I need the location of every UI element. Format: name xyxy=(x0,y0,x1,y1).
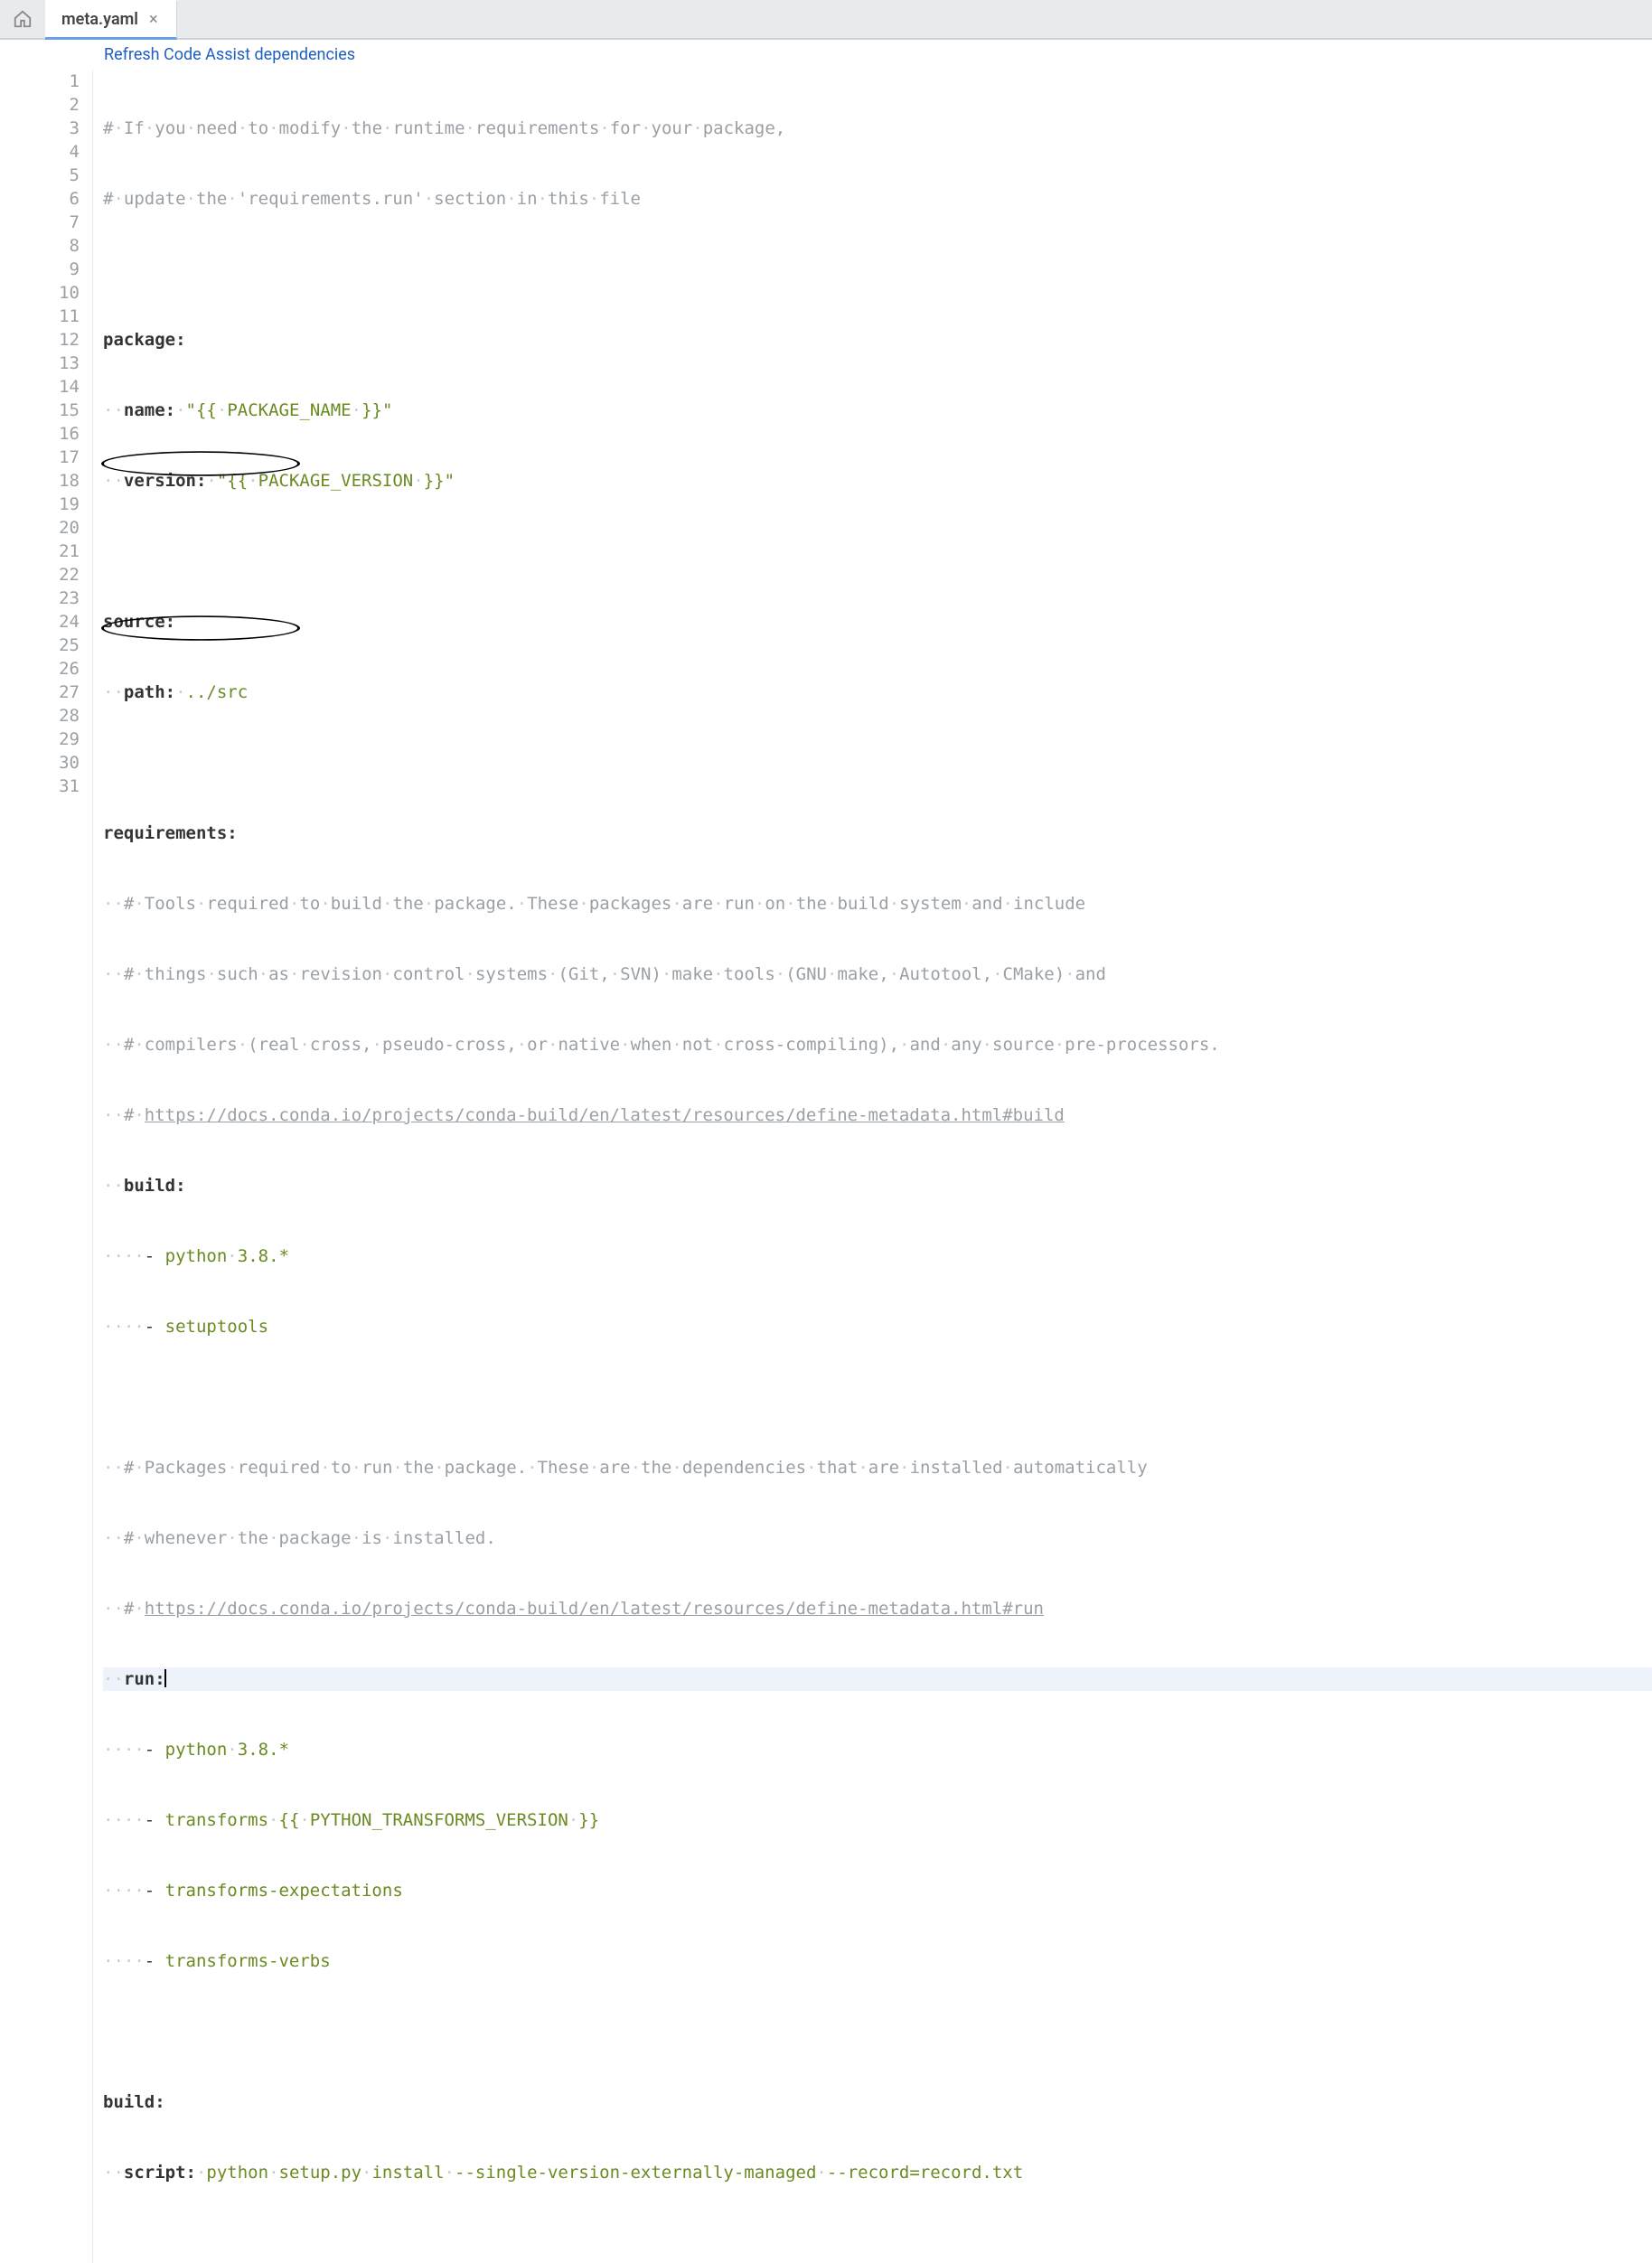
line-number: 14 xyxy=(0,375,80,399)
code-line: ····- transforms·{{·PYTHON_TRANSFORMS_VE… xyxy=(103,1808,1652,1832)
line-number: 19 xyxy=(0,493,80,516)
line-number: 26 xyxy=(0,657,80,681)
line-number: 9 xyxy=(0,258,80,281)
code-line: ····- python·3.8.* xyxy=(103,1738,1652,1761)
code-line: ··#·whenever·the·package·is·installed. xyxy=(103,1526,1652,1550)
line-number: 10 xyxy=(0,281,80,305)
code-line: ··name:·"{{·PACKAGE_NAME·}}" xyxy=(103,399,1652,422)
line-number: 29 xyxy=(0,728,80,751)
line-number: 12 xyxy=(0,328,80,352)
line-number: 8 xyxy=(0,234,80,258)
tab-title: meta.yaml xyxy=(61,10,138,29)
code-area[interactable]: #·If·you·need·to·modify·the·runtime·requ… xyxy=(92,70,1652,2263)
code-line: ····- python·3.8.* xyxy=(103,1244,1652,1268)
line-number: 30 xyxy=(0,751,80,775)
code-line: source: xyxy=(103,610,1652,634)
code-line: ····- transforms-expectations xyxy=(103,1879,1652,1902)
line-number-gutter: 1234567891011121314151617181920212223242… xyxy=(0,70,92,2263)
code-editor[interactable]: 1234567891011121314151617181920212223242… xyxy=(0,70,1652,2263)
line-number: 25 xyxy=(0,634,80,657)
code-line: ··#·things·such·as·revision·control·syst… xyxy=(103,962,1652,986)
line-number: 23 xyxy=(0,587,80,610)
code-line: ··#·https://docs.conda.io/projects/conda… xyxy=(103,1597,1652,1620)
code-line: #·If·you·need·to·modify·the·runtime·requ… xyxy=(103,117,1652,140)
line-number: 5 xyxy=(0,164,80,187)
line-number: 20 xyxy=(0,516,80,540)
line-number: 1 xyxy=(0,70,80,93)
line-number: 28 xyxy=(0,704,80,728)
close-icon[interactable]: × xyxy=(147,10,160,29)
code-line xyxy=(103,751,1652,775)
home-icon xyxy=(13,9,33,29)
code-line: #·update·the·'requirements.run'·section·… xyxy=(103,187,1652,211)
code-line: ··script:·python·setup.py·install·--sing… xyxy=(103,2161,1652,2184)
code-line: package: xyxy=(103,328,1652,352)
line-number: 21 xyxy=(0,540,80,563)
code-line: build: xyxy=(103,2090,1652,2114)
code-line: ··version:·"{{·PACKAGE_VERSION·}}" xyxy=(103,469,1652,493)
code-line xyxy=(103,258,1652,281)
line-number: 15 xyxy=(0,399,80,422)
code-line: ··path:·../src xyxy=(103,681,1652,704)
notice-bar: Refresh Code Assist dependencies xyxy=(0,40,1652,70)
code-line: ··#·compilers·(real·cross,·pseudo-cross,… xyxy=(103,1033,1652,1056)
line-number: 27 xyxy=(0,681,80,704)
code-line: ··run: xyxy=(103,1667,1652,1691)
line-number: 6 xyxy=(0,187,80,211)
line-number: 2 xyxy=(0,93,80,117)
line-number: 24 xyxy=(0,610,80,634)
line-number: 7 xyxy=(0,211,80,234)
code-line: ··build: xyxy=(103,1174,1652,1197)
code-line: ··#·Tools·required·to·build·the·package.… xyxy=(103,892,1652,916)
line-number: 4 xyxy=(0,140,80,164)
line-number: 11 xyxy=(0,305,80,328)
tab-bar: meta.yaml × xyxy=(0,0,1652,40)
tab-meta-yaml[interactable]: meta.yaml × xyxy=(45,0,177,40)
line-number: 13 xyxy=(0,352,80,375)
code-line: ··#·Packages·required·to·run·the·package… xyxy=(103,1456,1652,1479)
code-line: ··#·https://docs.conda.io/projects/conda… xyxy=(103,1103,1652,1127)
code-line: ····- transforms-verbs xyxy=(103,1949,1652,1973)
code-line: ····- setuptools xyxy=(103,1315,1652,1338)
home-button[interactable] xyxy=(0,0,45,38)
text-cursor xyxy=(164,1669,166,1687)
line-number: 18 xyxy=(0,469,80,493)
line-number: 3 xyxy=(0,117,80,140)
code-line: requirements: xyxy=(103,822,1652,845)
code-line xyxy=(103,2231,1652,2255)
code-line xyxy=(103,2020,1652,2043)
code-line xyxy=(103,1385,1652,1409)
line-number: 16 xyxy=(0,422,80,446)
line-number: 22 xyxy=(0,563,80,587)
line-number: 31 xyxy=(0,775,80,798)
code-line xyxy=(103,540,1652,563)
line-number: 17 xyxy=(0,446,80,469)
refresh-dependencies-link[interactable]: Refresh Code Assist dependencies xyxy=(104,45,355,64)
